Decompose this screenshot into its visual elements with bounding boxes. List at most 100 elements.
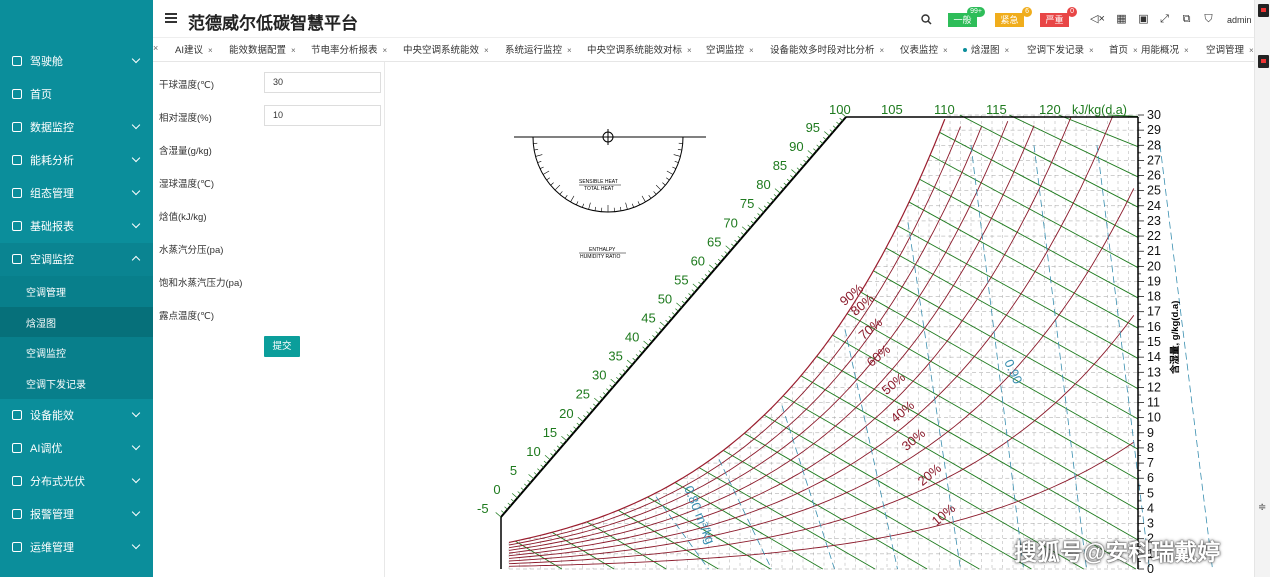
enthalpy-tick — [643, 340, 650, 346]
watermark: 搜狐号@安科瑞戴婷 — [1014, 539, 1221, 565]
tab[interactable]: 空调管理 × — [1206, 42, 1254, 59]
tab[interactable]: 能效数据配置 × — [229, 42, 296, 59]
enthalpy-tick — [721, 255, 725, 259]
close-icon[interactable]: × — [1089, 46, 1094, 55]
sidebar-item[interactable]: 基础报表 — [0, 209, 153, 242]
close-icon[interactable]: × — [567, 46, 572, 55]
tab-scroll-left-icon[interactable]: × — [153, 43, 158, 53]
enthalpy-tick — [786, 178, 791, 183]
user-name[interactable]: admin — [1227, 15, 1252, 25]
sidebar-item[interactable]: 空调监控 — [0, 242, 153, 275]
alert-button[interactable]: 一般 99+ — [948, 7, 985, 27]
enthalpy-tick — [754, 216, 758, 221]
screen-icon[interactable]: ▣ — [1138, 14, 1149, 25]
sidebar-subitem[interactable]: 空调监控 — [0, 337, 153, 368]
enthalpy-tick — [767, 201, 771, 205]
translate-icon[interactable]: ⧉ — [1181, 14, 1192, 25]
close-icon[interactable]: × — [484, 46, 489, 55]
sidebar-item-label: 设备能效 — [30, 409, 74, 422]
submit-button[interactable]: 提交 — [264, 336, 300, 357]
close-icon[interactable]: × — [749, 46, 754, 55]
tab-label: 中央空调系统能效对标 — [587, 45, 683, 56]
tab-label: 焓湿图 — [971, 45, 1000, 56]
protractor-label: ENTHALPY — [589, 247, 616, 253]
sidebar-item[interactable]: AI调优 — [0, 431, 153, 464]
sidebar-item[interactable]: 首页 — [0, 77, 153, 110]
sidebar-item[interactable]: 驾驶舱 — [0, 44, 153, 77]
close-icon[interactable]: × — [383, 46, 388, 55]
theme-icon[interactable]: ⛉ — [1203, 14, 1214, 25]
enthalpy-line — [929, 154, 1139, 269]
tab[interactable]: 空调下发记录 × — [1027, 42, 1094, 59]
close-icon[interactable]: × — [880, 46, 885, 55]
enthalpy-top-label: 110 — [934, 102, 955, 117]
mute-icon[interactable]: ◁× — [1090, 14, 1105, 25]
protractor-tick — [535, 154, 543, 157]
alert-button[interactable]: 严重 0 — [1040, 7, 1077, 27]
relative-humidity-label: 50% — [879, 369, 909, 397]
qrcode-icon[interactable]: ▦ — [1116, 14, 1127, 25]
sidebar-item[interactable]: 组态管理 — [0, 176, 153, 209]
tab[interactable]: 中央空调系统能效 × — [403, 42, 489, 59]
search-icon[interactable] — [921, 14, 932, 25]
chevron-icon — [131, 540, 141, 550]
notification-flag-icon[interactable] — [1258, 55, 1269, 68]
field-input[interactable]: 10 — [264, 105, 381, 126]
ai-icon — [12, 442, 22, 453]
tab[interactable]: 焓湿图 × — [963, 42, 1009, 59]
notification-flag-icon[interactable] — [1258, 4, 1269, 17]
field-label: 焓值(kJ/kg) — [159, 212, 207, 223]
sidebar-item[interactable]: 设备能效 — [0, 398, 153, 431]
protractor-tick — [594, 206, 596, 211]
alert-button[interactable]: 紧急 6 — [995, 7, 1032, 27]
enthalpy-top-label: 115 — [986, 102, 1007, 117]
close-icon[interactable]: × — [1184, 46, 1189, 55]
sidebar-item[interactable]: 能耗分析 — [0, 143, 153, 176]
protractor-tick — [546, 177, 551, 181]
close-icon[interactable]: × — [291, 46, 296, 55]
field-input[interactable]: 30 — [264, 72, 381, 93]
close-icon[interactable]: × — [687, 46, 692, 55]
moisture-tick-label: 6 — [1147, 471, 1154, 485]
sidebar-subitem[interactable]: 空调下发记录 — [0, 367, 153, 399]
sidebar-item[interactable]: 报警管理 — [0, 497, 153, 530]
solar-icon — [12, 475, 22, 486]
enthalpy-tick — [566, 434, 571, 438]
psychrometric-chart-area: 30 29 28 27 26 25 24 23 22 21 20 19 18 17 16 15 14 13 12 11… — [386, 62, 1254, 577]
protractor-tick — [666, 170, 674, 175]
sidebar-item[interactable]: 数据监控 — [0, 110, 153, 143]
tab[interactable]: 设备能效多时段对比分析 × — [770, 42, 884, 59]
close-icon[interactable]: × — [1133, 46, 1138, 55]
enthalpy-tick — [740, 232, 745, 236]
tab[interactable]: 用能概况 × — [1141, 42, 1189, 59]
close-icon[interactable]: × — [943, 46, 948, 55]
enthalpy-tick — [773, 194, 778, 198]
tab[interactable]: 系统运行监控 × — [505, 42, 572, 59]
tab-label: 节电率分析报表 — [311, 45, 378, 56]
enthalpy-tick — [750, 220, 755, 224]
sidebar-item-label: 首页 — [30, 88, 52, 101]
close-icon[interactable]: × — [208, 46, 213, 55]
menu-toggle-icon[interactable] — [165, 13, 177, 23]
sidebar-subitem[interactable]: 空调管理 — [0, 276, 153, 307]
close-icon[interactable]: × — [1249, 46, 1254, 55]
close-icon[interactable]: × — [1005, 46, 1010, 55]
tab[interactable]: 空调监控 × — [706, 42, 754, 59]
enthalpy-tick — [813, 148, 817, 152]
tab[interactable]: 首页 × — [1109, 42, 1138, 59]
tab[interactable]: 仪表监控 × — [900, 42, 948, 59]
enthalpy-diagonal-label: 5 — [510, 463, 517, 478]
sidebar-item[interactable]: 分布式光伏 — [0, 464, 153, 497]
settings-slider-icon[interactable]: ≑ — [1258, 502, 1266, 513]
sidebar-subitem[interactable]: 焓湿图 — [0, 306, 153, 338]
tab[interactable]: AI建议 × — [175, 42, 213, 59]
sidebar-item[interactable]: 运维管理 — [0, 530, 153, 563]
fullscreen-icon[interactable]: ⤢ — [1159, 14, 1170, 25]
active-dot-icon — [963, 48, 967, 53]
tab[interactable]: 中央空调系统能效对标 × — [587, 42, 692, 59]
moisture-tick-label: 29 — [1147, 123, 1161, 137]
enthalpy-tick — [790, 175, 794, 179]
enthalpy-line — [1009, 114, 1139, 178]
tab[interactable]: 节电率分析报表 × — [311, 42, 387, 59]
specific-volume-line — [718, 459, 772, 570]
